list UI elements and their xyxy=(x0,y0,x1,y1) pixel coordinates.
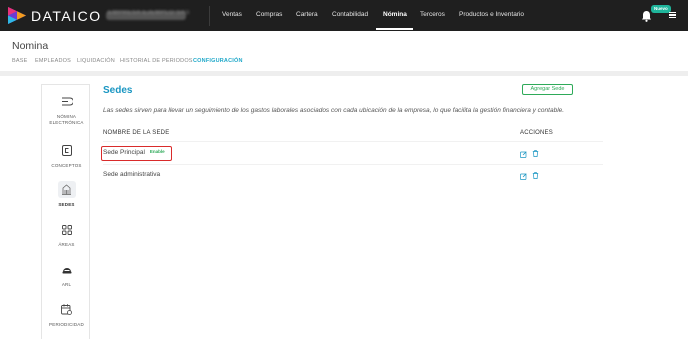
subtab-base[interactable]: BASE xyxy=(12,58,27,64)
table-row[interactable]: Sede administrativa xyxy=(103,171,160,178)
notification-badge: Nuevo xyxy=(651,5,671,13)
dataico-logo-icon[interactable] xyxy=(8,7,26,24)
page-title: Nomina xyxy=(12,40,49,52)
menu-label: ARL xyxy=(61,282,72,287)
table-row[interactable]: Sede Principal Enable xyxy=(103,149,165,156)
nav-item-contabilidad[interactable]: Contabilidad xyxy=(332,11,368,18)
status-badge: Enable xyxy=(149,149,165,154)
table-divider xyxy=(103,164,603,165)
company-name[interactable]: EMPRESA EJEMPLO SAS xyxy=(108,10,190,16)
nav-item-productos[interactable]: Productos e Inventario xyxy=(459,11,524,18)
top-navbar: DATAICO EMPRESA EJEMPLO SAS Ventas Compr… xyxy=(0,0,688,31)
menu-item-arl[interactable]: ARL xyxy=(42,261,91,288)
sedes-description: Las sedes sirven para llevar un seguimie… xyxy=(103,107,565,114)
nav-item-compras[interactable]: Compras xyxy=(256,11,282,18)
section-title: Sedes xyxy=(103,85,133,96)
menu-item-sedes[interactable]: SEDES xyxy=(42,181,91,208)
sede-name[interactable]: Sede administrativa xyxy=(103,171,160,178)
menu-label: NÓMINA ELECTRÓNICA xyxy=(49,114,84,125)
concepts-icon xyxy=(58,142,76,159)
nav-item-terceros[interactable]: Terceros xyxy=(420,11,445,18)
building-icon xyxy=(57,181,76,198)
table-divider xyxy=(103,141,603,142)
edit-icon[interactable] xyxy=(520,173,527,180)
menu-item-conceptos[interactable]: CONCEPTOS xyxy=(42,142,91,169)
helmet-icon xyxy=(58,261,76,278)
nav-item-cartera[interactable]: Cartera xyxy=(296,11,318,18)
menu-item-periodicidad[interactable]: PERIODICIDAD xyxy=(42,301,91,328)
edit-icon[interactable] xyxy=(520,151,527,158)
nav-item-ventas[interactable]: Ventas xyxy=(222,11,242,18)
menu-icon[interactable] xyxy=(669,12,676,19)
column-header-name: NOMBRE DE LA SEDE xyxy=(103,130,170,136)
config-side-menu: NÓMINA ELECTRÓNICA CONCEPTOS SEDES ÁREAS… xyxy=(41,84,90,339)
menu-label: SEDES xyxy=(58,202,75,207)
subtab-historial[interactable]: HISTORIAL DE PERIODOS xyxy=(120,58,193,64)
add-sede-button[interactable]: Agregar Sede xyxy=(522,84,573,95)
subtab-empleados[interactable]: EMPLEADOS xyxy=(35,58,71,64)
column-header-actions: ACCIONES xyxy=(520,130,553,136)
trash-icon[interactable] xyxy=(532,172,539,179)
active-nav-indicator xyxy=(376,28,413,30)
electronic-payroll-icon xyxy=(58,93,76,110)
subtab-configuracion[interactable]: CONFIGURACIÓN xyxy=(193,58,243,64)
brand-name[interactable]: DATAICO xyxy=(31,8,102,24)
bell-icon[interactable] xyxy=(641,10,652,22)
sede-name[interactable]: Sede Principal xyxy=(103,149,145,156)
subtab-liquidacion[interactable]: LIQUIDACIÓN xyxy=(77,58,115,64)
menu-label: ÁREAS xyxy=(58,242,75,247)
nav-item-nomina[interactable]: Nómina xyxy=(383,11,407,18)
menu-item-nomina-electronica[interactable]: NÓMINA ELECTRÓNICA xyxy=(42,93,91,126)
menu-item-areas[interactable]: ÁREAS xyxy=(42,221,91,248)
nav-divider xyxy=(209,6,210,26)
calendar-icon xyxy=(58,301,76,318)
header-separator xyxy=(0,71,688,76)
grid-icon xyxy=(58,221,76,238)
menu-label: PERIODICIDAD xyxy=(49,322,84,327)
trash-icon[interactable] xyxy=(532,150,539,157)
menu-label: CONCEPTOS xyxy=(51,163,82,168)
